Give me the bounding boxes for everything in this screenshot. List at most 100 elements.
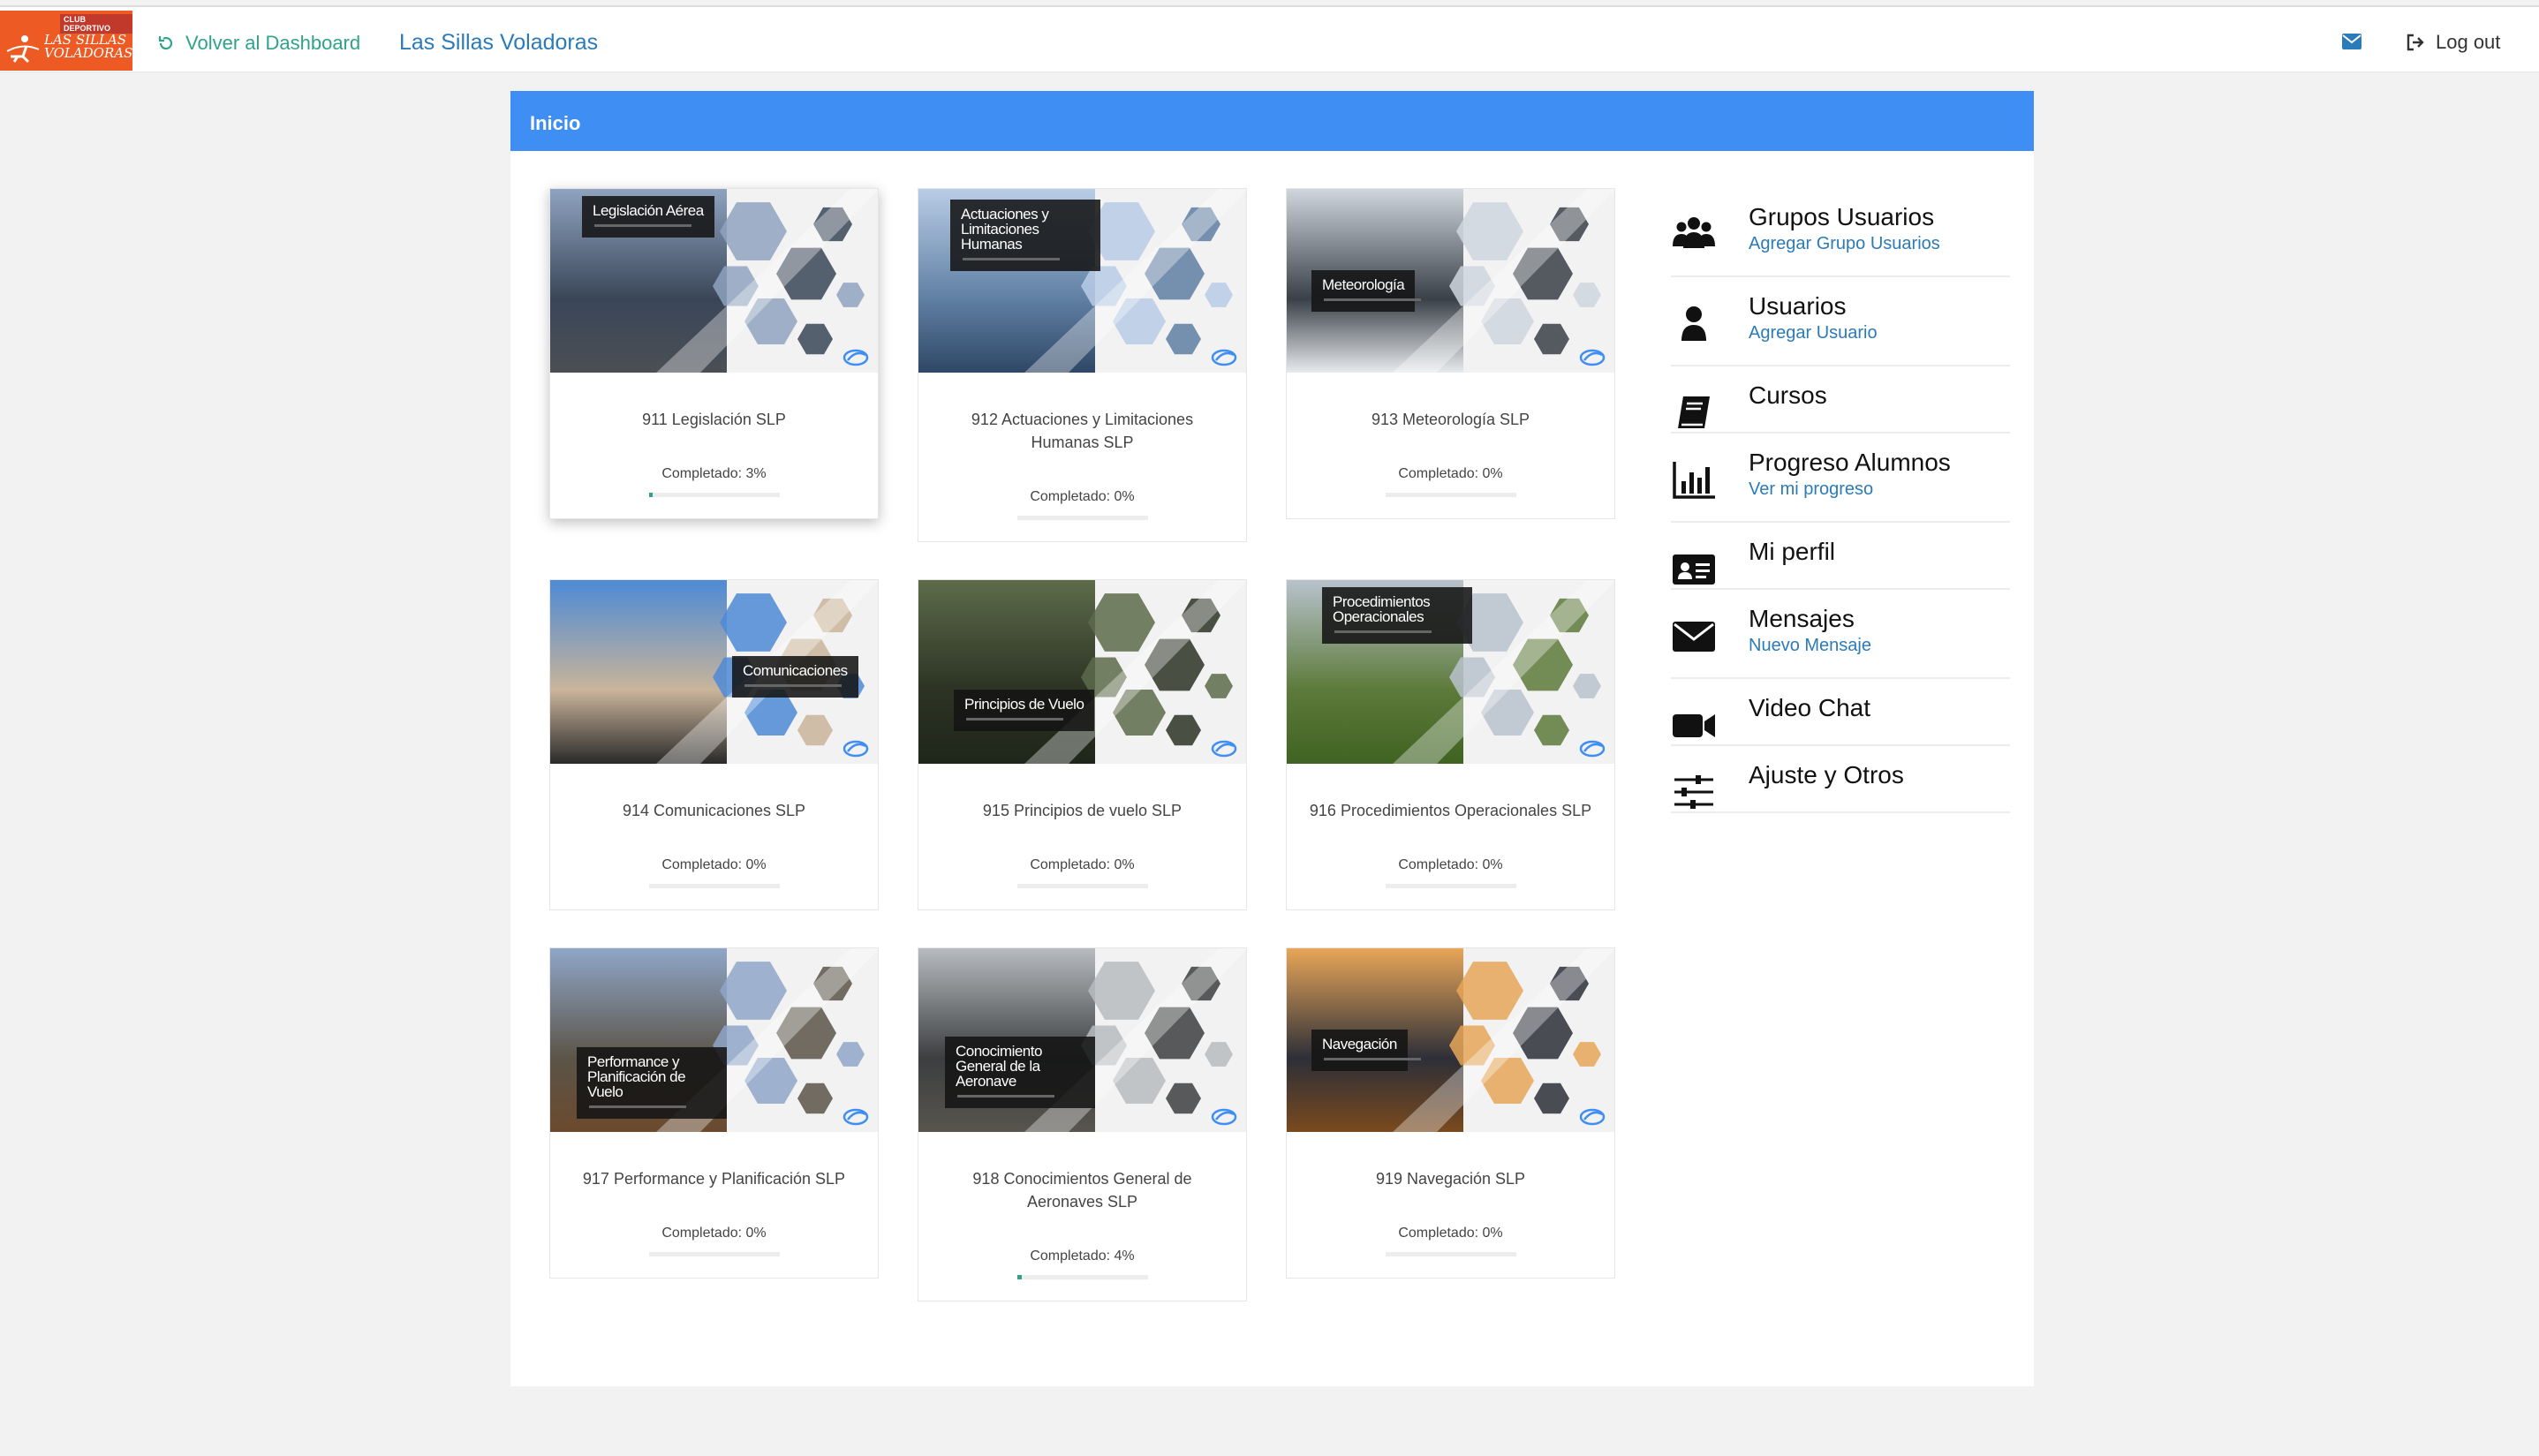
course-progress-bar	[648, 1252, 780, 1256]
course-progress-bar	[1385, 493, 1516, 497]
course-title[interactable]: 919 Navegación SLP	[1304, 1167, 1597, 1190]
course-card[interactable]: Navegación 919 Navegación SLP Completado: …	[1286, 947, 1615, 1279]
menu-item-title[interactable]: Progreso Alumnos	[1749, 448, 2010, 478]
course-title[interactable]: 912 Actuaciones y Limitaciones Humanas S…	[936, 408, 1228, 454]
course-progress-bar	[1016, 516, 1148, 520]
menu-item-mensajes[interactable]: Mensajes Nuevo Mensaje	[1671, 590, 2010, 679]
menu-item-title[interactable]: Ajuste y Otros	[1749, 760, 2010, 790]
menu-item-ajuste-y-otros[interactable]: Ajuste y Otros	[1671, 746, 2010, 813]
course-progress-bar	[648, 493, 780, 497]
course-thumbnail[interactable]: Actuaciones y Limitaciones Humanas	[918, 189, 1246, 373]
course-progress-label: Completado: 3%	[661, 466, 767, 481]
course-thumbnail[interactable]: Comunicaciones	[550, 580, 878, 764]
course-progress-label: Completado: 4%	[1030, 1249, 1135, 1264]
course-card[interactable]: Performance y Planificación de Vuelo 917 …	[549, 947, 879, 1279]
course-card-body: 917 Performance y Planificación SLP Compl…	[550, 1132, 878, 1278]
school-logo-icon	[843, 740, 869, 758]
id-card-icon	[1671, 546, 1717, 592]
menu-item-video-chat[interactable]: Video Chat	[1671, 679, 2010, 746]
course-card-body: 913 Meteorología SLP Completado: 0%	[1287, 373, 1614, 518]
course-card[interactable]: Legislación Aérea 911 Legislación SLP Comp…	[549, 188, 879, 519]
course-card[interactable]: Principios de Vuelo 915 Principios de vue…	[918, 579, 1247, 910]
school-logo-icon	[843, 349, 869, 366]
course-grid: Legislación Aérea 911 Legislación SLP Comp…	[549, 188, 1618, 1301]
course-card-body: 919 Navegación SLP Completado: 0%	[1287, 1132, 1614, 1278]
course-thumbnail[interactable]: Legislación Aérea	[550, 189, 878, 373]
course-thumbnail[interactable]: Principios de Vuelo	[918, 580, 1246, 764]
menu-item-title[interactable]: Grupos Usuarios	[1749, 202, 2010, 232]
course-thumbnail[interactable]: Procedimientos Operacionales	[1287, 580, 1614, 764]
course-progress-label: Completado: 0%	[1398, 1226, 1503, 1241]
users-group-icon	[1671, 211, 1717, 257]
menu-item-title[interactable]: Video Chat	[1749, 693, 2010, 723]
course-card-body: 916 Procedimientos Operacionales SLP Comp…	[1287, 764, 1614, 909]
menu-item-grupos-usuarios[interactable]: Grupos Usuarios Agregar Grupo Usuarios	[1671, 188, 2010, 277]
course-card-body: 911 Legislación SLP Completado: 3%	[550, 373, 878, 518]
sliders-icon	[1671, 769, 1717, 815]
course-progress-label: Completado: 0%	[1398, 466, 1503, 481]
course-card-body: 915 Principios de vuelo SLP Completado: 0…	[918, 764, 1246, 909]
school-logo-icon	[1579, 740, 1606, 758]
menu-item-sublink[interactable]: Agregar Usuario	[1749, 323, 2010, 343]
course-title[interactable]: 918 Conocimientos General de Aeronaves S…	[936, 1167, 1228, 1213]
course-thumbnail-label: Comunicaciones	[732, 656, 858, 698]
course-progress-fill	[648, 493, 653, 497]
envelope-icon	[1671, 613, 1717, 659]
course-thumbnail[interactable]: Navegación	[1287, 948, 1614, 1132]
menu-item-sublink[interactable]: Ver mi progreso	[1749, 479, 2010, 500]
video-camera-icon	[1671, 702, 1717, 748]
course-title[interactable]: 917 Performance y Planificación SLP	[568, 1167, 860, 1190]
side-menu: Grupos Usuarios Agregar Grupo Usuarios Usu…	[1671, 188, 2010, 813]
course-thumbnail-label: Legislación Aérea	[582, 196, 714, 238]
course-card[interactable]: Procedimientos Operacionales 916 Procedim…	[1286, 579, 1615, 910]
menu-item-sublink[interactable]: Agregar Grupo Usuarios	[1749, 234, 2010, 254]
menu-item-title[interactable]: Usuarios	[1749, 291, 2010, 321]
menu-item-sublink[interactable]: Nuevo Mensaje	[1749, 636, 2010, 656]
course-card[interactable]: Actuaciones y Limitaciones Humanas 912 Ac…	[918, 188, 1247, 542]
logout-button[interactable]: Log out	[2406, 31, 2500, 54]
course-thumbnail[interactable]: Meteorología	[1287, 189, 1614, 373]
course-thumbnail-label: Actuaciones y Limitaciones Humanas	[950, 200, 1100, 271]
course-thumbnail-image	[918, 580, 1246, 764]
course-thumbnail[interactable]: Conocimiento General de la Aeronave	[918, 948, 1246, 1132]
back-to-dashboard-link[interactable]: Volver al Dashboard	[157, 32, 360, 55]
menu-item-mi-perfil[interactable]: Mi perfil	[1671, 523, 2010, 590]
course-title[interactable]: 913 Meteorología SLP	[1304, 408, 1597, 431]
user-icon	[1671, 300, 1717, 346]
menu-item-cursos[interactable]: Cursos	[1671, 366, 2010, 434]
course-thumbnail[interactable]: Performance y Planificación de Vuelo	[550, 948, 878, 1132]
course-progress-bar	[648, 884, 780, 888]
menu-item-title[interactable]: Cursos	[1749, 381, 2010, 411]
course-title[interactable]: 914 Comunicaciones SLP	[568, 799, 860, 822]
back-to-dashboard-label: Volver al Dashboard	[185, 32, 361, 54]
book-icon	[1671, 389, 1717, 435]
logo-brand-text: LAS SILLAS VOLADORAS	[44, 34, 132, 60]
course-card-body: 912 Actuaciones y Limitaciones Humanas S…	[918, 373, 1246, 541]
course-progress-bar	[1385, 1252, 1516, 1256]
app-title[interactable]: Las Sillas Voladoras	[399, 30, 598, 56]
course-card-body: 914 Comunicaciones SLP Completado: 0%	[550, 764, 878, 909]
menu-item-title[interactable]: Mi perfil	[1749, 537, 2010, 567]
sign-out-icon	[2407, 34, 2424, 51]
school-logo-icon	[1211, 1108, 1237, 1126]
logout-label: Log out	[2436, 31, 2501, 53]
school-logo-icon	[843, 1108, 869, 1126]
menu-item-title[interactable]: Mensajes	[1749, 604, 2010, 634]
club-logo[interactable]: CLUB DEPORTIVO LAS SILLAS VOLADORAS	[0, 11, 132, 71]
school-logo-icon	[1579, 1108, 1606, 1126]
bar-chart-icon	[1671, 456, 1717, 502]
course-card[interactable]: Comunicaciones 914 Comunicaciones SLP Comp…	[549, 579, 879, 910]
course-title[interactable]: 915 Principios de vuelo SLP	[936, 799, 1228, 822]
course-progress-label: Completado: 0%	[661, 857, 767, 872]
course-title[interactable]: 911 Legislación SLP	[568, 408, 860, 431]
course-card[interactable]: Conocimiento General de la Aeronave 918 C…	[918, 947, 1247, 1301]
course-title[interactable]: 916 Procedimientos Operacionales SLP	[1304, 799, 1597, 822]
school-logo-icon	[1579, 349, 1606, 366]
school-logo-icon	[1211, 740, 1237, 758]
course-thumbnail-label: Principios de Vuelo	[954, 690, 1095, 731]
menu-item-usuarios[interactable]: Usuarios Agregar Usuario	[1671, 277, 2010, 366]
menu-item-progreso-alumnos[interactable]: Progreso Alumnos Ver mi progreso	[1671, 434, 2010, 523]
logo-brand-line2: VOLADORAS	[44, 45, 132, 61]
course-card[interactable]: Meteorología 913 Meteorología SLP Completa…	[1286, 188, 1615, 519]
envelope-icon[interactable]	[2342, 34, 2361, 49]
